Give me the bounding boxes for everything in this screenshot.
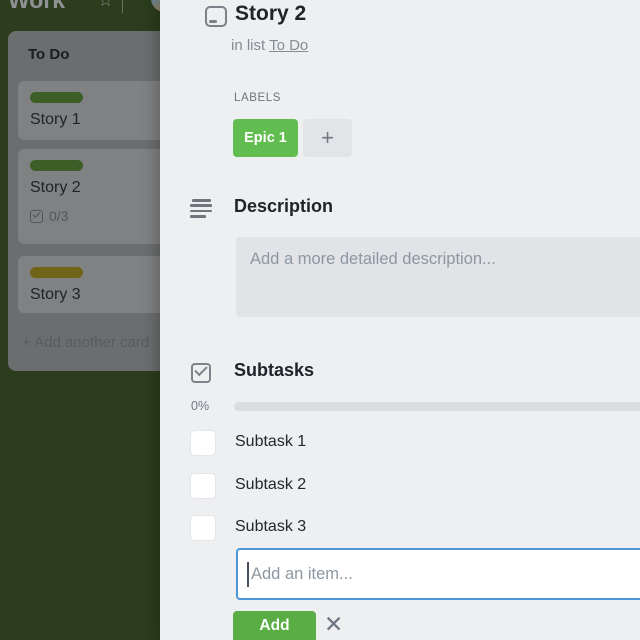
subtask-checkbox[interactable]: [190, 515, 216, 541]
add-label-button[interactable]: +: [303, 119, 352, 157]
subtasks-heading: Subtasks: [234, 360, 315, 380]
description-icon: [190, 199, 212, 218]
checklist-icon: [30, 209, 43, 223]
board-title[interactable]: Work: [8, 0, 65, 14]
close-icon[interactable]: ✕: [324, 613, 343, 636]
description-placeholder: Add a more detailed description...: [250, 250, 496, 268]
card-title: Story 1: [30, 111, 81, 128]
text-caret: [247, 562, 249, 587]
todo-list: To Do Story 1 Story 2 0/3 Story 3 + Add …: [8, 31, 160, 371]
description-heading: Description: [234, 196, 334, 216]
list-title[interactable]: To Do: [28, 46, 69, 63]
checklist-count: 0/3: [49, 208, 69, 224]
checklist-badge: 0/3: [30, 208, 160, 224]
subtask-label[interactable]: Subtask 2: [235, 476, 306, 494]
card-detail-modal: Story 2 in list To Do LABELS Epic 1 + De…: [160, 0, 640, 640]
subtask-label[interactable]: Subtask 3: [235, 518, 306, 536]
card-location: in list To Do: [231, 37, 308, 54]
star-icon[interactable]: ☆: [98, 0, 113, 9]
add-button[interactable]: Add: [233, 611, 316, 640]
labels-header: LABELS: [234, 92, 282, 104]
subtask-row: Subtask 1: [190, 430, 610, 456]
card-icon: [205, 6, 227, 27]
subtask-label[interactable]: Subtask 1: [235, 433, 306, 451]
in-list-prefix: in list: [231, 37, 270, 54]
progress-percent: 0%: [191, 399, 210, 413]
board-background: Work ☆ To Do Story 1 Story 2 0/3 Story 3: [0, 0, 160, 640]
card-detail-title[interactable]: Story 2: [235, 2, 306, 26]
description-box[interactable]: Add a more detailed description...: [236, 237, 640, 317]
screen: Work ☆ To Do Story 1 Story 2 0/3 Story 3: [0, 0, 640, 640]
card-title: Story 2: [30, 179, 81, 196]
progress-bar: [234, 402, 640, 411]
card-story-2[interactable]: Story 2 0/3: [18, 149, 160, 244]
subtask-checkbox[interactable]: [190, 473, 216, 499]
subtask-row: Subtask 2: [190, 473, 610, 499]
label-pill-green: [30, 160, 83, 171]
label-chip-epic-1[interactable]: Epic 1: [233, 119, 298, 157]
subtask-checkbox[interactable]: [190, 430, 216, 456]
list-link[interactable]: To Do: [269, 37, 308, 54]
label-pill-yellow: [30, 267, 83, 278]
add-item-input[interactable]: [236, 548, 640, 600]
card-story-1[interactable]: Story 1: [18, 81, 160, 140]
add-another-card-button[interactable]: + Add another card: [22, 334, 149, 351]
user-avatar[interactable]: [151, 0, 160, 12]
header-divider: [122, 0, 123, 13]
subtask-row: Subtask 3: [190, 515, 610, 541]
card-title: Story 3: [30, 286, 81, 303]
card-story-3[interactable]: Story 3: [18, 256, 160, 313]
subtasks-icon: [191, 363, 211, 383]
label-pill-green: [30, 92, 83, 103]
